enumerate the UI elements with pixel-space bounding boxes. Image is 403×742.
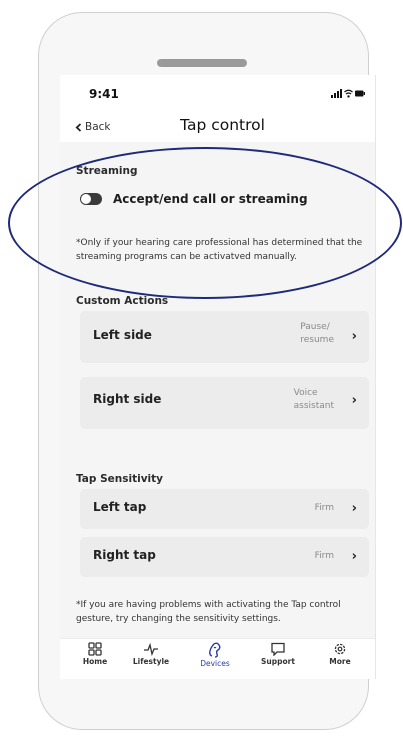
phone-speaker [157, 59, 247, 67]
chevron-right-icon: › [351, 393, 357, 408]
right-tap-row[interactable]: Right tap Firm › [80, 537, 369, 577]
tab-devices-label: Devices [200, 659, 230, 668]
app-screen: 9:41 Back Tap control Streaming Accept/e… [60, 75, 376, 679]
left-side-action-row[interactable]: Left side Pause/resume › [80, 311, 369, 363]
tab-more[interactable]: More [315, 639, 365, 666]
tab-home[interactable]: Home [70, 639, 120, 666]
left-tap-value: Firm [314, 503, 334, 513]
streaming-note: *Only if your hearing care professional … [76, 238, 363, 262]
signal-icon [331, 89, 342, 98]
right-tap-value: Firm [314, 551, 334, 561]
left-tap-label: Left tap [93, 500, 147, 514]
grid-icon [88, 642, 102, 656]
right-tap-label: Right tap [93, 548, 156, 562]
streaming-toggle-row: Accept/end call or streaming [80, 192, 308, 206]
status-icons [331, 89, 365, 98]
tab-support-label: Support [261, 657, 295, 666]
left-tap-row[interactable]: Left tap Firm › [80, 489, 369, 529]
right-side-label: Right side [93, 392, 162, 406]
chevron-right-icon: › [351, 329, 357, 344]
right-side-action-row[interactable]: Right side Voice assistant › [80, 377, 369, 429]
custom-actions-section-label: Custom Actions [76, 295, 169, 307]
battery-icon [355, 90, 365, 97]
page-title: Tap control [180, 116, 265, 134]
tab-devices[interactable]: Devices [190, 639, 240, 668]
wifi-icon [344, 89, 353, 98]
tab-lifestyle-label: Lifestyle [132, 657, 170, 666]
streaming-toggle[interactable] [80, 193, 102, 205]
bottom-tab-bar: Home Lifestyle Devices Support More [60, 638, 375, 679]
right-side-value: Voice assistant [293, 388, 334, 411]
sensitivity-note: *If you are having problems with activat… [76, 600, 341, 624]
chevron-right-icon: › [351, 501, 357, 516]
hearing-aid-icon [209, 642, 221, 658]
left-side-value: Pause/resume [300, 322, 334, 345]
gear-icon [334, 643, 346, 655]
tab-home-label: Home [82, 657, 108, 666]
chevron-right-icon: › [351, 549, 357, 564]
left-side-label: Left side [93, 328, 152, 342]
tab-lifestyle[interactable]: Lifestyle [126, 639, 176, 666]
streaming-section-label: Streaming [76, 165, 138, 177]
streaming-toggle-label: Accept/end call or streaming [113, 192, 308, 206]
status-time: 9:41 [89, 87, 119, 101]
tap-sensitivity-section-label: Tap Sensitivity [76, 473, 163, 485]
tab-more-label: More [329, 657, 351, 666]
chat-bubble-icon [271, 642, 285, 656]
tab-support[interactable]: Support [253, 639, 303, 666]
pulse-icon [144, 642, 158, 656]
toggle-knob [81, 194, 91, 204]
